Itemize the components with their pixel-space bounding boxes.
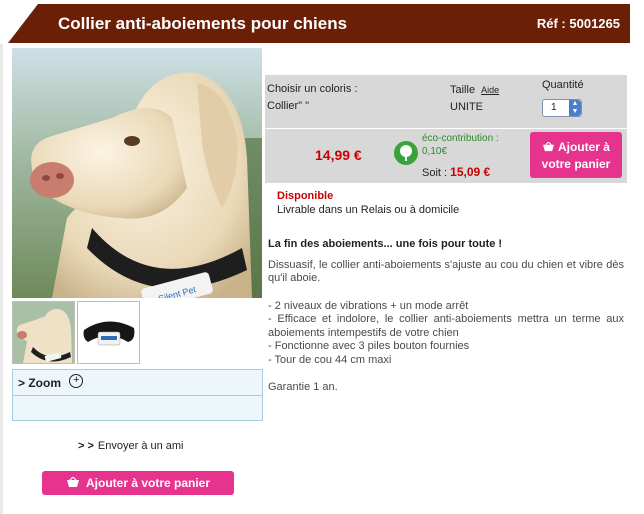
header-notch <box>8 4 38 43</box>
price-panel: 14,99 € éco-contribution : 0,10€ Soit : … <box>265 129 627 183</box>
availability-status: Disponible <box>277 190 334 202</box>
price: 14,99 € <box>315 147 362 163</box>
add-to-cart-button[interactable]: Ajouter à votre panier <box>530 132 622 178</box>
color-value[interactable]: Collier" " <box>267 100 309 112</box>
quantity-select[interactable]: 1 ▲ ▼ <box>542 99 582 117</box>
feature-item: - Fonctionne avec 3 piles bouton fournie… <box>268 340 470 352</box>
select-arrows-icon: ▲ ▼ <box>569 100 581 116</box>
zoom-label: > Zoom <box>18 376 62 390</box>
size-label: Taille Aide <box>450 84 499 96</box>
main-product-image[interactable]: Silent Pet <box>12 48 262 298</box>
product-title: Collier anti-aboiements pour chiens <box>58 14 348 33</box>
add-to-cart-bottom-label: Ajouter à votre panier <box>85 476 211 490</box>
total-label: Soit : <box>422 167 448 179</box>
feature-item: - 2 niveaux de vibrations + un mode arrê… <box>268 299 469 312</box>
size-value: UNITE <box>450 101 483 113</box>
zoom-toggle[interactable]: > Zoom + <box>13 370 262 396</box>
product-header: Collier anti-aboiements pour chiens Réf … <box>8 4 630 43</box>
send-prefix: > > <box>78 440 94 452</box>
send-friend-label: Envoyer à un ami <box>97 440 184 452</box>
left-border <box>0 44 3 514</box>
description-intro: Dissuasif, le collier anti-aboiements s'… <box>268 258 624 285</box>
quantity-label: Quantité <box>542 79 584 91</box>
quantity-value: 1 <box>551 102 557 113</box>
color-label: Choisir un coloris : <box>267 83 358 95</box>
eco-contribution-value: 0,10€ <box>422 146 448 157</box>
thumbnail-dog[interactable] <box>12 301 75 364</box>
add-to-cart-line1: Ajouter à <box>557 140 610 154</box>
delivery-info: Livrable dans un Relais ou à domicile <box>277 204 460 216</box>
size-help-link[interactable]: Aide <box>481 85 499 95</box>
thumbnail-collar[interactable] <box>77 301 140 364</box>
total-value: 15,09 € <box>450 165 491 179</box>
size-label-text: Taille <box>450 84 476 96</box>
zoom-panel: > Zoom + <box>12 369 263 421</box>
product-description: La fin des aboiements... une fois pour t… <box>268 238 624 395</box>
warranty: Garantie 1 an. <box>268 381 338 393</box>
tree-icon <box>394 141 418 165</box>
send-to-friend-link[interactable]: > > Envoyer à un ami <box>78 440 184 452</box>
add-to-cart-bottom-button[interactable]: Ajouter à votre panier <box>42 471 234 495</box>
add-to-cart-line2: votre panier <box>541 156 611 171</box>
product-reference: Réf : 5001265 <box>536 16 620 31</box>
feature-item: - Tour de cou 44 cm maxi <box>268 353 392 366</box>
description-heading: La fin des aboiements... une fois pour t… <box>268 238 503 250</box>
feature-item: - Efficace et indolore, le collier anti-… <box>268 313 624 339</box>
basket-icon <box>542 140 555 156</box>
total-price: Soit : 15,09 € <box>422 165 490 179</box>
plus-circle-icon[interactable]: + <box>69 374 84 388</box>
basket-icon <box>66 472 80 496</box>
options-panel: Choisir un coloris : Collier" " Taille A… <box>265 75 627 128</box>
eco-contribution-label: éco-contribution : <box>422 133 499 144</box>
